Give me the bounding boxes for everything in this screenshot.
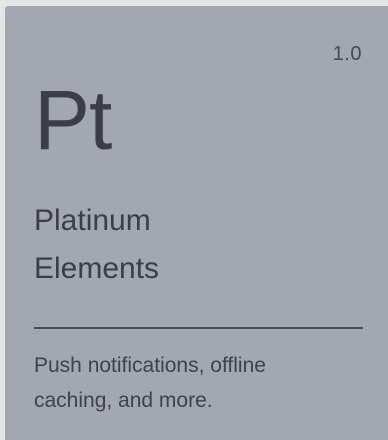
- element-card[interactable]: 1.0 Pt Platinum Elements Push notificati…: [5, 6, 388, 440]
- element-description: Push notifications, offline caching, and…: [34, 348, 354, 418]
- version-label: 1.0: [332, 43, 362, 65]
- description-line-2: caching, and more.: [34, 389, 213, 412]
- element-name: Platinum Elements: [34, 197, 159, 293]
- divider: [34, 327, 363, 329]
- element-name-line-1: Platinum: [34, 204, 151, 237]
- element-symbol: Pt: [34, 73, 112, 167]
- element-name-line-2: Elements: [34, 252, 160, 285]
- description-line-1: Push notifications, offline: [34, 354, 266, 377]
